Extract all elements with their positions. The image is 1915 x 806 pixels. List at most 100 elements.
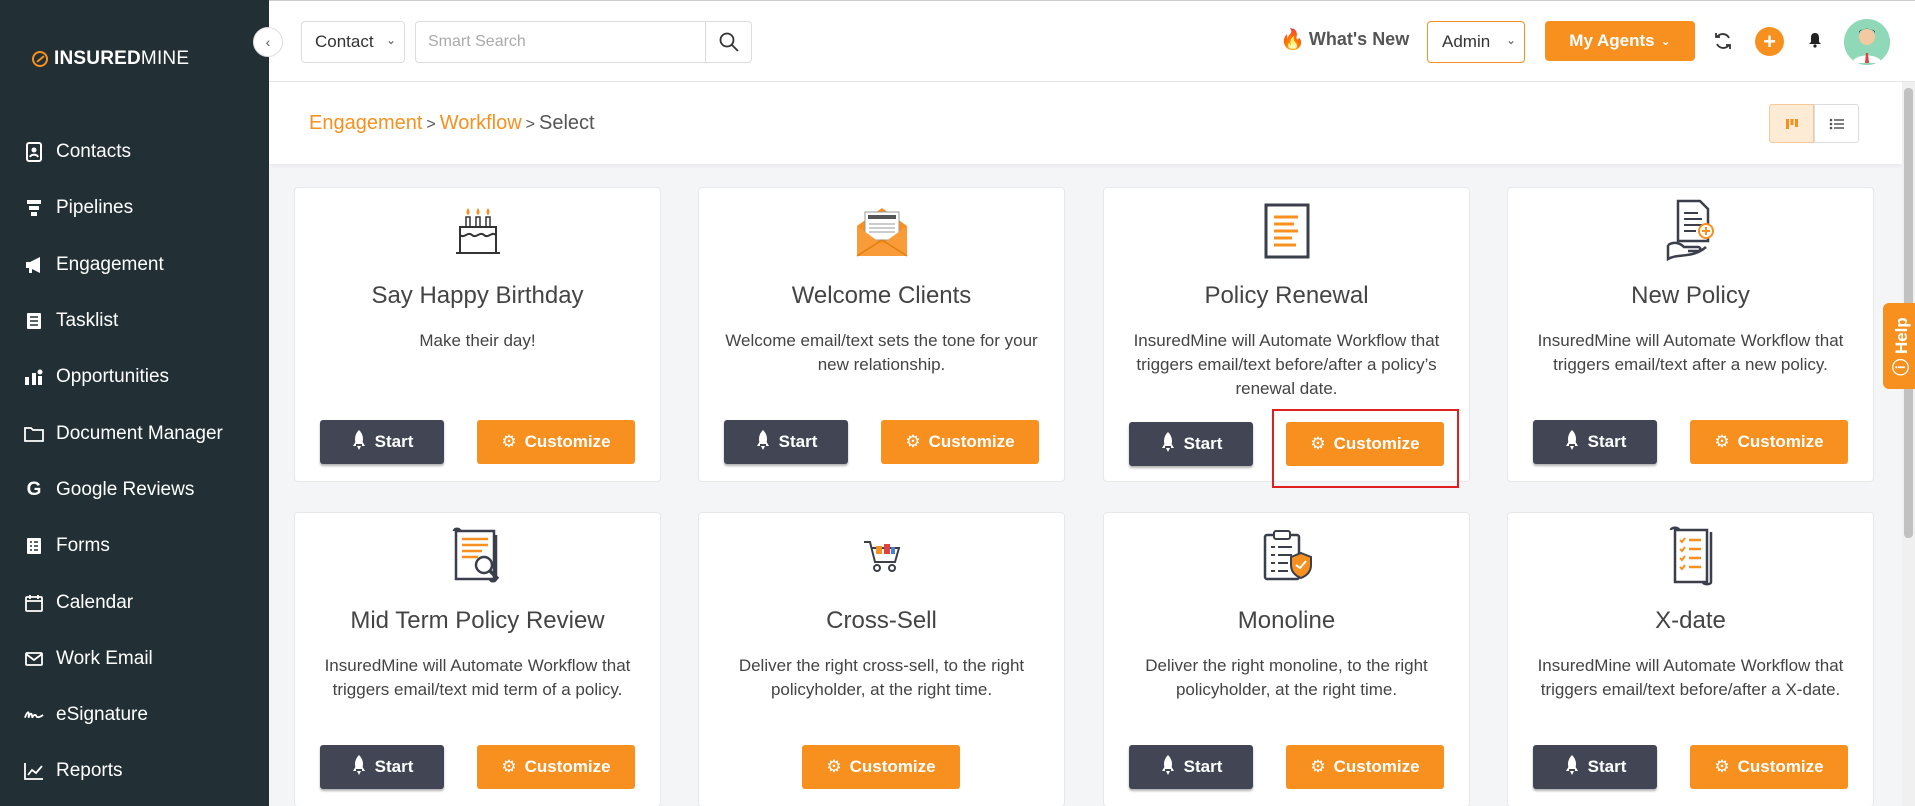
start-button[interactable]: Start xyxy=(320,420,444,464)
my-agents-label: My Agents xyxy=(1569,31,1655,50)
chevron-down-icon: ⌄ xyxy=(1505,33,1516,47)
sidebar-item-pipelines[interactable]: Pipelines xyxy=(0,180,269,236)
sidebar-item-label: Contacts xyxy=(56,141,131,163)
rocket-icon xyxy=(755,429,771,456)
start-button[interactable]: Start xyxy=(1129,422,1253,466)
breadcrumb-engagement[interactable]: Engagement xyxy=(309,112,422,134)
card-title: Welcome Clients xyxy=(791,282,972,309)
card-description: InsuredMine will Automate Workflow that … xyxy=(324,656,631,699)
policy-review-icon xyxy=(452,527,499,583)
sidebar-item-esignature[interactable]: eSignature xyxy=(0,687,269,743)
smart-search-input[interactable] xyxy=(415,21,706,63)
gears-icon: ⚙ xyxy=(905,432,921,451)
workflow-card-welcome: Welcome Clients Welcome email/text sets … xyxy=(698,187,1065,482)
card-title: Policy Renewal xyxy=(1204,282,1369,309)
user-avatar[interactable] xyxy=(1844,19,1890,65)
customize-button[interactable]: ⚙ Customize xyxy=(1690,420,1848,464)
help-tab[interactable]: ⓘ Help xyxy=(1883,303,1915,389)
google-icon: G xyxy=(26,478,42,500)
customize-label: Customize xyxy=(928,432,1015,451)
forms-icon xyxy=(24,536,44,556)
customize-button[interactable]: ⚙ Customize xyxy=(477,745,635,789)
admin-select[interactable]: Admin ⌄ xyxy=(1427,21,1525,63)
sidebar-item-label: Forms xyxy=(56,535,110,557)
logo[interactable]: INSURED MINE xyxy=(32,48,189,70)
sidebar-item-calendar[interactable]: Calendar xyxy=(0,574,269,630)
contact-select-value: Contact xyxy=(315,32,374,51)
sidebar-item-tasklist[interactable]: Tasklist xyxy=(0,293,269,349)
customize-label: Customize xyxy=(1737,432,1824,451)
sidebar-item-label: Calendar xyxy=(56,591,134,613)
card-description: InsuredMine will Automate Workflow that … xyxy=(1133,331,1440,398)
grid-view-icon xyxy=(1785,118,1798,129)
topbar: Contact ⌄ 🔥 What's New Admin ⌄ My Agents… xyxy=(269,0,1915,82)
page-header: Engagement > Workflow > Select xyxy=(269,82,1902,164)
my-agents-button[interactable]: My Agents ⌄ xyxy=(1545,21,1695,61)
logo-text-light: MINE xyxy=(140,48,190,69)
card-description: Deliver the right cross-sell, to the rig… xyxy=(738,656,1025,699)
list-view-icon xyxy=(1829,118,1844,129)
sidebar-item-document-manager[interactable]: Document Manager xyxy=(0,405,269,461)
sidebar-item-label: Document Manager xyxy=(56,422,223,444)
start-button[interactable]: Start xyxy=(320,745,444,789)
policy-document-icon xyxy=(1264,203,1309,259)
whats-new-link[interactable]: 🔥 What's New xyxy=(1280,27,1409,52)
search-button[interactable] xyxy=(705,21,752,63)
card-description: Deliver the right monoline, to the right… xyxy=(1145,656,1428,699)
sidebar-item-label: Reports xyxy=(56,760,123,782)
customize-button[interactable]: ⚙ Customize xyxy=(477,420,635,464)
sidebar-item-google-reviews[interactable]: G Google Reviews xyxy=(0,462,269,518)
add-button[interactable]: + xyxy=(1755,27,1784,56)
gears-icon: ⚙ xyxy=(826,757,842,776)
breadcrumb-workflow[interactable]: Workflow xyxy=(440,112,522,134)
customize-label: Customize xyxy=(524,757,611,776)
grid-view-button[interactable] xyxy=(1769,104,1814,143)
list-view-button[interactable] xyxy=(1814,104,1859,143)
card-title: New Policy xyxy=(1631,282,1750,309)
rocket-icon xyxy=(351,754,367,781)
bell-icon[interactable] xyxy=(1804,29,1826,51)
page-scrollbar[interactable] xyxy=(1902,82,1915,806)
card-title: X-date xyxy=(1655,607,1726,634)
customize-label: Customize xyxy=(524,432,611,451)
start-label: Start xyxy=(1587,432,1627,451)
plus-icon: + xyxy=(1763,28,1776,54)
view-toggle xyxy=(1769,104,1859,143)
sidebar-item-contacts[interactable]: Contacts xyxy=(0,124,269,180)
sidebar-item-forms[interactable]: Forms xyxy=(0,518,269,574)
sidebar-collapse-button[interactable]: ‹ xyxy=(253,27,283,57)
start-button[interactable]: Start xyxy=(1533,745,1657,789)
workflow-card-x-date: X-date InsuredMine will Automate Workflo… xyxy=(1507,512,1874,806)
customize-button[interactable]: ⚙ Customize xyxy=(1690,745,1848,789)
sidebar-item-label: eSignature xyxy=(56,704,148,726)
start-button[interactable]: Start xyxy=(724,420,848,464)
contact-type-select[interactable]: Contact ⌄ xyxy=(301,21,405,63)
customize-label: Customize xyxy=(1333,757,1420,776)
start-button[interactable]: Start xyxy=(1129,745,1253,789)
sidebar-item-engagement[interactable]: Engagement xyxy=(0,237,269,293)
card-title: Say Happy Birthday xyxy=(371,282,584,309)
sidebar-item-reports[interactable]: Reports xyxy=(0,743,269,799)
workflow-card-monoline: Monoline Deliver the right monoline, to … xyxy=(1103,512,1470,806)
card-title: Cross-Sell xyxy=(826,607,937,634)
customize-button[interactable]: ⚙ Customize xyxy=(881,420,1039,464)
workflow-card-new-policy: New Policy InsuredMine will Automate Wor… xyxy=(1507,187,1874,482)
folder-icon xyxy=(24,424,44,444)
sidebar-item-label: Opportunities xyxy=(56,366,170,388)
gears-icon: ⚙ xyxy=(501,757,517,776)
sidebar-item-work-email[interactable]: Work Email xyxy=(0,631,269,687)
highlight-box xyxy=(1272,409,1459,488)
help-label: Help xyxy=(1891,316,1911,354)
sidebar-item-opportunities[interactable]: Opportunities xyxy=(0,349,269,405)
workflow-card-policy-renewal: Policy Renewal InsuredMine will Automate… xyxy=(1103,187,1470,488)
megaphone-icon xyxy=(24,255,44,275)
refresh-icon[interactable] xyxy=(1711,29,1735,53)
rocket-icon xyxy=(1564,429,1580,456)
new-policy-icon xyxy=(1666,199,1714,262)
sidebar: INSURED MINE Contacts Pipelines Engagemen… xyxy=(0,0,269,806)
customize-button[interactable]: ⚙ Customize xyxy=(1286,745,1444,789)
start-button[interactable]: Start xyxy=(1533,420,1657,464)
logo-mark-icon xyxy=(32,51,48,67)
customize-button[interactable]: ⚙ Customize xyxy=(802,745,960,789)
opportunities-icon xyxy=(24,367,44,387)
